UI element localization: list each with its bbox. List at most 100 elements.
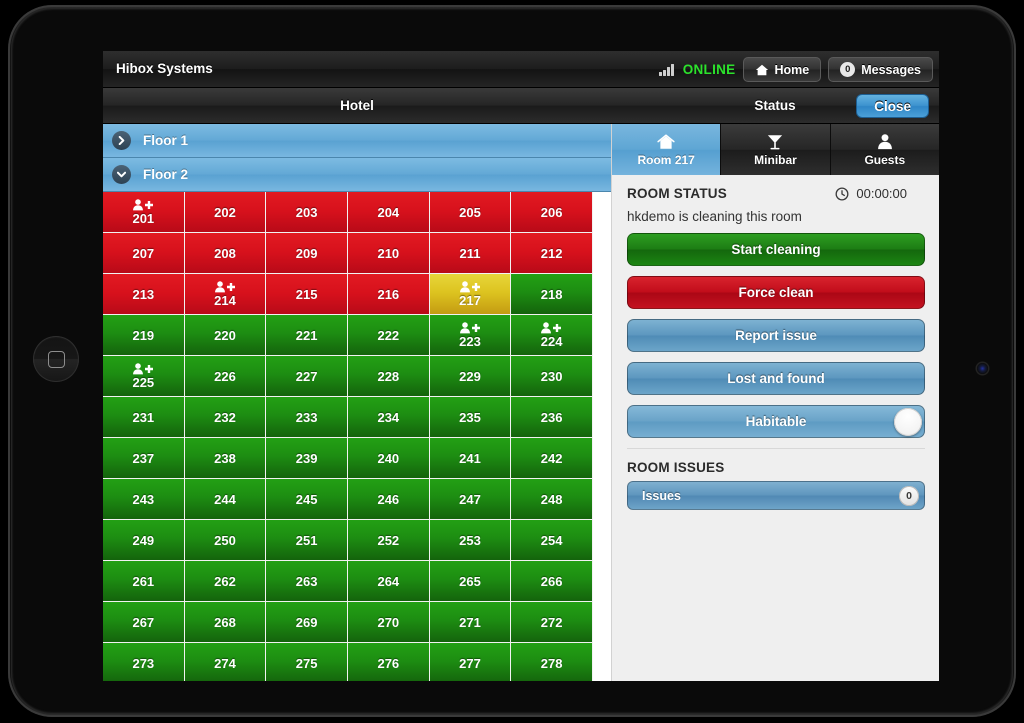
room-cell[interactable]: 251 xyxy=(266,520,348,561)
room-cell[interactable]: 277 xyxy=(429,643,512,681)
room-cell[interactable]: 240 xyxy=(347,438,430,479)
room-cell[interactable]: 261 xyxy=(103,561,185,602)
room-cell[interactable]: 230 xyxy=(511,356,593,397)
room-cell[interactable]: 249 xyxy=(103,520,185,561)
room-cell[interactable]: 268 xyxy=(184,602,267,643)
start-cleaning-button[interactable]: Start cleaning xyxy=(627,233,925,266)
room-cell[interactable]: 271 xyxy=(429,602,512,643)
room-cell[interactable]: 210 xyxy=(347,233,430,274)
room-cell[interactable]: 225 xyxy=(103,356,185,397)
room-cell[interactable]: 264 xyxy=(347,561,430,602)
room-cell[interactable]: 216 xyxy=(347,274,430,315)
room-cell[interactable]: 229 xyxy=(429,356,512,397)
room-cell[interactable]: 250 xyxy=(184,520,267,561)
room-cell[interactable]: 212 xyxy=(511,233,593,274)
floor-row-2[interactable]: Floor 2 xyxy=(103,158,611,192)
room-cell[interactable]: 220 xyxy=(184,315,267,356)
room-cell[interactable]: 248 xyxy=(511,479,593,520)
force-clean-button[interactable]: Force clean xyxy=(627,276,925,309)
room-cell[interactable]: 243 xyxy=(103,479,185,520)
room-cell[interactable]: 205 xyxy=(429,192,512,233)
room-cell[interactable]: 213 xyxy=(103,274,185,315)
room-cell[interactable]: 203 xyxy=(266,192,348,233)
room-number: 226 xyxy=(214,368,236,384)
front-camera-lens xyxy=(977,363,988,374)
room-cell[interactable]: 227 xyxy=(266,356,348,397)
room-cell[interactable]: 214 xyxy=(184,274,267,315)
room-cell[interactable]: 266 xyxy=(511,561,593,602)
room-cell[interactable]: 237 xyxy=(103,438,185,479)
room-cell[interactable]: 218 xyxy=(511,274,593,315)
status-tab-guests[interactable]: Guests xyxy=(830,124,939,175)
floor-row-1[interactable]: Floor 1 xyxy=(103,124,611,158)
room-cell[interactable]: 222 xyxy=(347,315,430,356)
ipad-device-frame: Hibox Systems ONLINE Home 0 Messages Hot… xyxy=(8,5,1016,717)
room-cell[interactable]: 242 xyxy=(511,438,593,479)
room-cell[interactable]: 244 xyxy=(184,479,267,520)
room-cell[interactable]: 254 xyxy=(511,520,593,561)
issues-row[interactable]: Issues 0 xyxy=(627,481,925,510)
room-cell[interactable]: 265 xyxy=(429,561,512,602)
room-cell[interactable]: 208 xyxy=(184,233,267,274)
room-cell[interactable]: 202 xyxy=(184,192,267,233)
home-button[interactable]: Home xyxy=(742,57,822,82)
room-number: 248 xyxy=(540,491,563,507)
room-cell[interactable]: 269 xyxy=(266,602,348,643)
room-number: 235 xyxy=(459,409,481,425)
room-cell[interactable]: 215 xyxy=(266,274,348,315)
room-cell[interactable]: 253 xyxy=(429,520,512,561)
status-tab-minibar[interactable]: Minibar xyxy=(721,124,831,175)
floor-label-1: Floor 1 xyxy=(143,133,189,148)
lost-and-found-button[interactable]: Lost and found xyxy=(627,362,925,395)
room-cell[interactable]: 217 xyxy=(429,274,512,315)
habitable-toggle[interactable]: Habitable xyxy=(627,405,925,438)
room-cell[interactable]: 231 xyxy=(103,397,185,438)
room-number: 208 xyxy=(214,245,236,261)
room-cell[interactable]: 236 xyxy=(511,397,593,438)
room-cell[interactable]: 270 xyxy=(347,602,430,643)
home-button-hardware[interactable] xyxy=(33,336,79,382)
room-cell[interactable]: 226 xyxy=(184,356,267,397)
close-button[interactable]: Close xyxy=(856,94,929,118)
room-cell[interactable]: 234 xyxy=(347,397,430,438)
room-cell[interactable]: 273 xyxy=(103,643,185,681)
room-cell[interactable]: 233 xyxy=(266,397,348,438)
room-number: 238 xyxy=(214,450,236,466)
action-button-label: Start cleaning xyxy=(731,242,821,257)
status-tab-room-217[interactable]: Room 217 xyxy=(612,124,722,175)
room-cell[interactable]: 235 xyxy=(429,397,512,438)
room-cell[interactable]: 201 xyxy=(103,192,185,233)
room-cell[interactable]: 238 xyxy=(184,438,267,479)
room-cell[interactable]: 267 xyxy=(103,602,185,643)
room-cell[interactable]: 278 xyxy=(511,643,593,681)
room-cell[interactable]: 239 xyxy=(266,438,348,479)
room-cell[interactable]: 252 xyxy=(347,520,430,561)
room-cell[interactable]: 247 xyxy=(429,479,512,520)
room-cell[interactable]: 228 xyxy=(347,356,430,397)
room-cell[interactable]: 207 xyxy=(103,233,185,274)
room-cell[interactable]: 275 xyxy=(266,643,348,681)
room-cell[interactable]: 219 xyxy=(103,315,185,356)
room-cell[interactable]: 232 xyxy=(184,397,267,438)
room-cell[interactable]: 245 xyxy=(266,479,348,520)
room-cell[interactable]: 276 xyxy=(347,643,430,681)
report-issue-button[interactable]: Report issue xyxy=(627,319,925,352)
room-cell[interactable]: 246 xyxy=(347,479,430,520)
room-cell[interactable]: 223 xyxy=(429,315,512,356)
room-cell[interactable]: 221 xyxy=(266,315,348,356)
room-cell[interactable]: 224 xyxy=(511,315,593,356)
hotel-panel-title: Hotel xyxy=(340,98,374,113)
room-cell[interactable]: 204 xyxy=(347,192,430,233)
room-cell[interactable]: 272 xyxy=(511,602,593,643)
room-cell[interactable]: 211 xyxy=(429,233,512,274)
room-cell[interactable]: 274 xyxy=(184,643,267,681)
room-cell[interactable]: 206 xyxy=(511,192,593,233)
room-cell[interactable]: 263 xyxy=(266,561,348,602)
home-button-label: Home xyxy=(774,62,810,77)
room-cell[interactable]: 262 xyxy=(184,561,267,602)
room-cell[interactable]: 209 xyxy=(266,233,348,274)
room-number: 277 xyxy=(459,655,481,671)
room-cell[interactable]: 241 xyxy=(429,438,512,479)
messages-button[interactable]: 0 Messages xyxy=(828,57,933,82)
toggle-knob[interactable] xyxy=(894,407,922,436)
